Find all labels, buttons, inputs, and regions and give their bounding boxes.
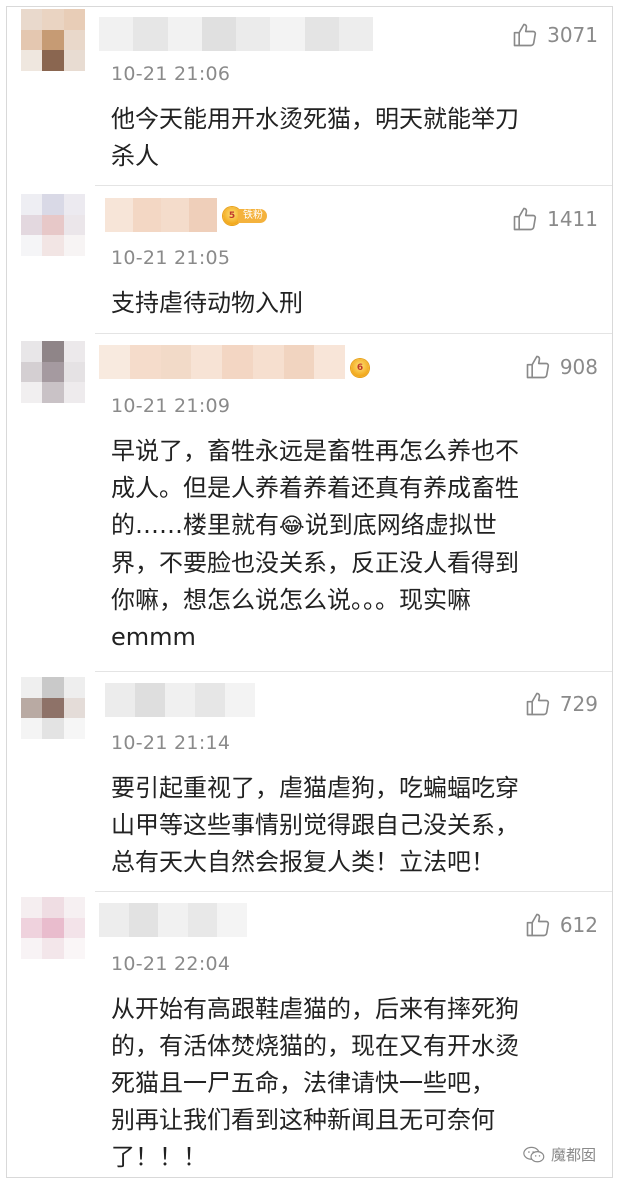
avatar[interactable] (21, 194, 85, 256)
like-button[interactable]: 729 (524, 690, 598, 718)
comment-time: 10-21 21:09 (111, 395, 231, 417)
thumbs-up-icon (526, 692, 549, 716)
like-count: 612 (559, 913, 598, 937)
like-count: 3071 (547, 23, 598, 47)
avatar[interactable] (21, 897, 85, 959)
comment-list: 3071 10-21 21:06 他今天能用开水烫死猫，明天就能举刀 杀人 5 … (6, 6, 613, 1178)
thumbs-up-icon (513, 207, 537, 231)
like-button[interactable]: 908 (524, 353, 598, 381)
username-mosaic[interactable] (99, 903, 247, 937)
thumbs-up-icon (513, 23, 537, 47)
comment-time: 10-21 21:05 (111, 247, 231, 269)
like-count: 729 (559, 692, 598, 716)
like-button[interactable]: 1411 (511, 205, 598, 233)
username-mosaic[interactable] (99, 17, 373, 51)
comment-time: 10-21 21:06 (111, 63, 231, 85)
laugh-emoji-icon: 😂 (279, 514, 305, 539)
fan-badge-label: 铁粉 (238, 209, 267, 223)
fan-badge[interactable]: 5 铁粉 (223, 207, 267, 225)
comment-text: 早说了，畜牲永远是畜牲再怎么养也不 成人。但是人养着养着还真有养成畜牲 的……楼… (111, 433, 601, 656)
wechat-icon (523, 1146, 545, 1162)
like-button[interactable]: 3071 (511, 21, 598, 49)
comment-time: 10-21 22:04 (111, 953, 231, 975)
comment-text: 支持虐待动物入刑 (111, 289, 303, 317)
divider (95, 333, 612, 334)
thumbs-up-icon (526, 355, 549, 379)
avatar[interactable] (21, 9, 85, 71)
divider (95, 891, 612, 892)
divider (95, 185, 612, 186)
thumbs-up-icon (526, 913, 549, 937)
username-mosaic[interactable] (105, 198, 217, 232)
like-count: 1411 (547, 207, 598, 231)
comment-text: 要引起重视了，虐猫虐狗，吃蝙蝠吃穿 山甲等这些事情别觉得跟自己没关系， 总有天大… (111, 774, 519, 876)
avatar[interactable] (21, 677, 85, 739)
username-mosaic[interactable] (99, 345, 345, 379)
username-mosaic[interactable] (105, 683, 255, 717)
crown-icon: 6 (351, 359, 369, 377)
avatar[interactable] (21, 341, 85, 403)
fan-badge[interactable]: 6 (351, 359, 369, 377)
watermark: 魔都囡 (523, 1144, 596, 1165)
like-count: 908 (559, 355, 598, 379)
comment-time: 10-21 21:14 (111, 732, 231, 754)
comment-text: 他今天能用开水烫死猫，明天就能举刀 杀人 (111, 105, 519, 170)
like-button[interactable]: 612 (524, 911, 598, 939)
watermark-label: 魔都囡 (550, 1146, 596, 1164)
divider (95, 671, 612, 672)
